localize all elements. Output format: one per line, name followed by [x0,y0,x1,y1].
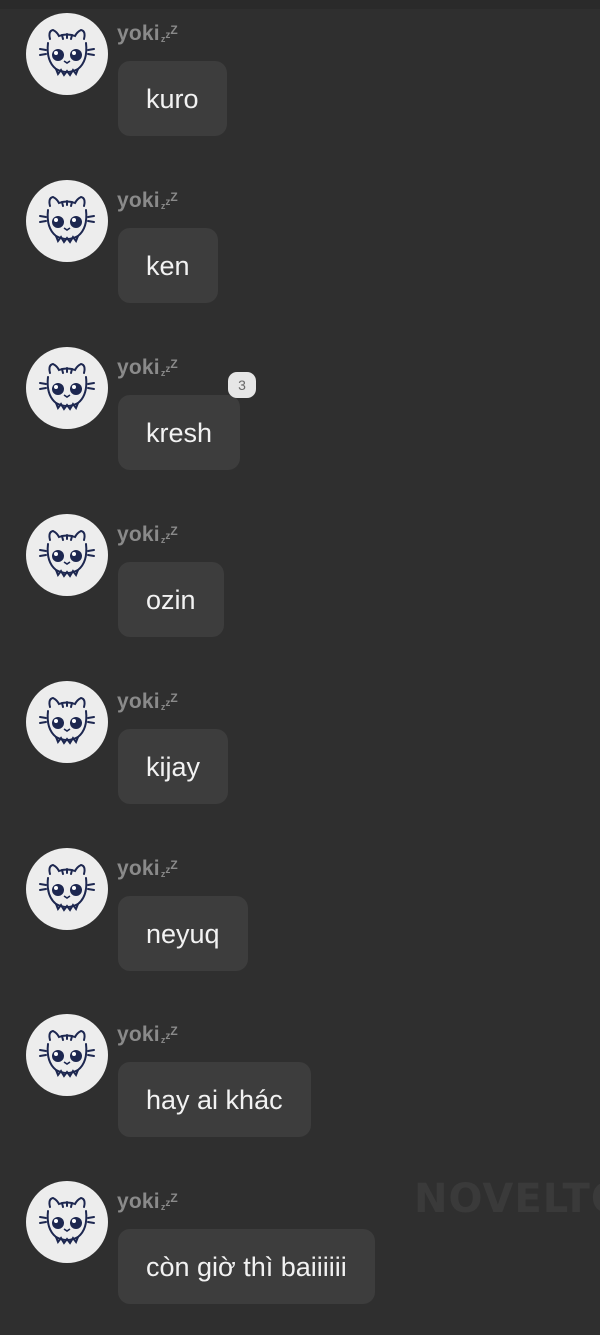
sender-label: yoki zzZ [117,16,178,46]
sender-name: yoki [117,857,160,880]
sender-label: yoki zzZ [117,350,178,380]
cat-avatar-icon[interactable] [26,848,108,930]
sleep-zzz-icon: zzZ [160,190,178,211]
cat-avatar-icon[interactable] [26,1181,108,1263]
sender-name: yoki [117,1190,160,1213]
sleep-zzz-icon: zzZ [160,1191,178,1212]
sleep-zzz-icon: zzZ [160,858,178,879]
cat-avatar-icon[interactable] [26,514,108,596]
sender-label: yoki zzZ [117,851,178,881]
cat-avatar-icon[interactable] [26,1014,108,1096]
sender-label: yoki zzZ [117,684,178,714]
sender-name: yoki [117,356,160,379]
message-bubble[interactable]: còn giờ thì baiiiiii [118,1229,375,1304]
sender-name: yoki [117,22,160,45]
message-row: yoki zzZ hay ai khác [0,1001,600,1168]
sleep-zzz-icon: zzZ [160,524,178,545]
message-bubble[interactable]: kuro [118,61,227,136]
sender-label: yoki zzZ [117,183,178,213]
message-text: kuro [146,83,199,114]
message-row: yoki zzZ kresh 3 [0,334,600,501]
reaction-count-badge[interactable]: 3 [228,372,256,398]
message-bubble[interactable]: neyuq [118,896,248,971]
message-text: neyuq [146,918,220,949]
message-row: yoki zzZ kijay [0,668,600,835]
message-text: kresh [146,417,213,448]
message-bubble[interactable]: kijay [118,729,229,804]
message-text: ken [146,250,190,281]
sender-name: yoki [117,1023,160,1046]
cat-avatar-icon[interactable] [26,347,108,429]
cat-avatar-icon[interactable] [26,180,108,262]
sleep-zzz-icon: zzZ [160,1024,178,1045]
message-bubble[interactable]: hay ai khác [118,1062,311,1137]
message-text: còn giờ thì baiiiiii [146,1251,347,1282]
message-text: kijay [146,751,201,782]
message-row: yoki zzZ ozin [0,501,600,668]
sleep-zzz-icon: zzZ [160,357,178,378]
sender-label: yoki zzZ [117,1017,178,1047]
message-row: yoki zzZ ken [0,167,600,334]
sender-label: yoki zzZ [117,1184,178,1214]
message-text: hay ai khác [146,1084,283,1115]
watermark: NOVELTO [414,1176,600,1222]
sender-label: yoki zzZ [117,517,178,547]
message-row: yoki zzZ neyuq [0,835,600,1002]
message-row: yoki zzZ kuro [0,0,600,167]
sender-name: yoki [117,690,160,713]
message-bubble[interactable]: ken [118,228,218,303]
cat-avatar-icon[interactable] [26,681,108,763]
sleep-zzz-icon: zzZ [160,691,178,712]
cat-avatar-icon[interactable] [26,13,108,95]
message-text: ozin [146,584,196,615]
sender-name: yoki [117,523,160,546]
message-bubble[interactable]: kresh [118,395,241,470]
sender-name: yoki [117,189,160,212]
message-bubble[interactable]: ozin [118,562,224,637]
sleep-zzz-icon: zzZ [160,23,178,44]
